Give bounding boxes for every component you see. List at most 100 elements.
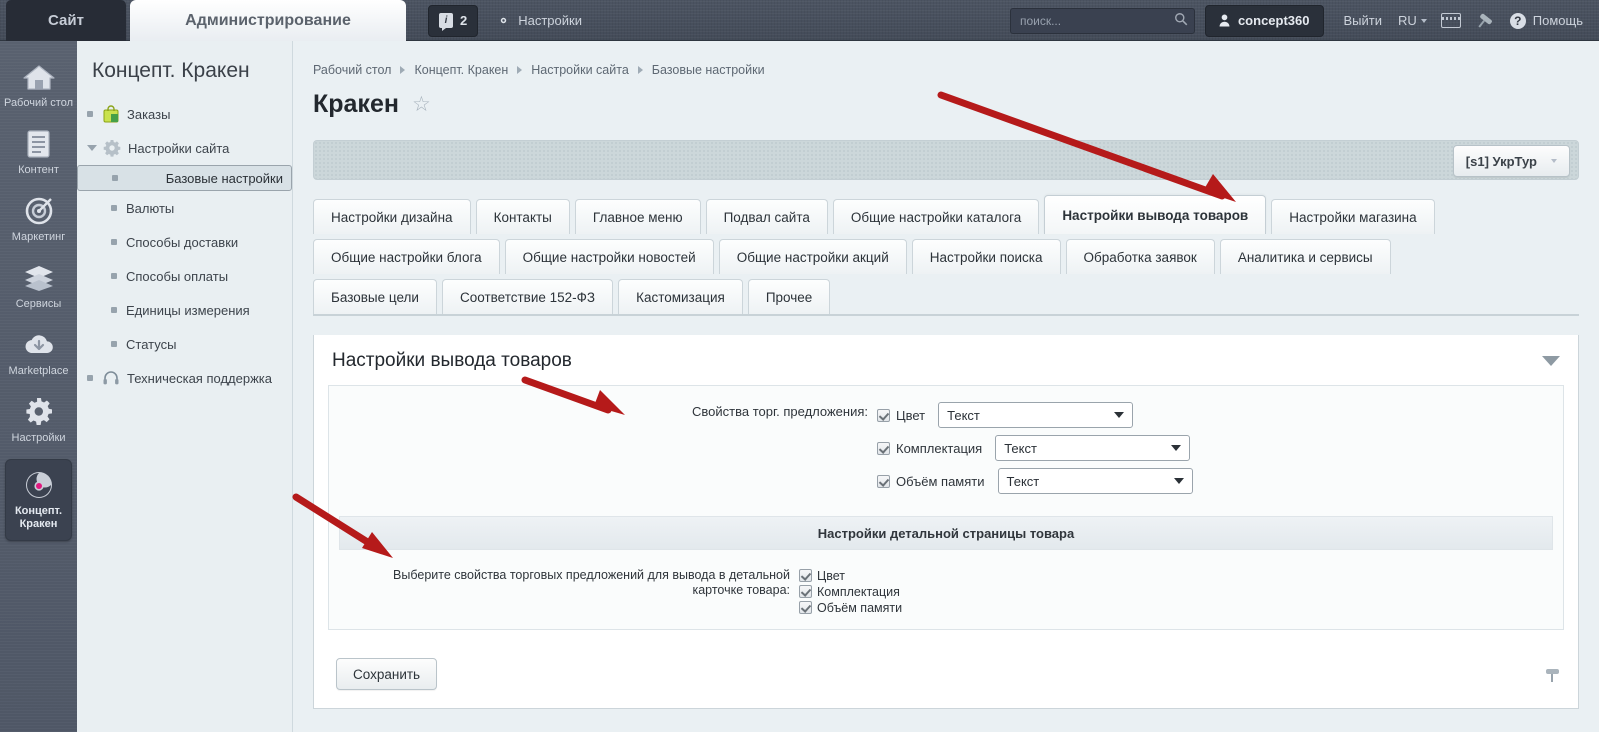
panel-header: Настройки вывода товаров	[314, 335, 1578, 385]
site-button[interactable]: Сайт	[6, 0, 126, 41]
notification-count: 2	[460, 13, 468, 28]
rail-label: Marketplace	[8, 365, 69, 377]
checkbox-label: Объём памяти	[896, 473, 985, 489]
tab-promos-general[interactable]: Общие настройки акций	[718, 239, 907, 274]
sidebar-item-payment[interactable]: Способы оплаты	[77, 259, 292, 293]
rail-item-kraken[interactable]: Концепт. Кракен	[5, 459, 72, 541]
tab-contacts[interactable]: Контакты	[475, 199, 570, 234]
sidebar-item-site-settings[interactable]: Настройки сайта	[77, 131, 292, 165]
pin-icon[interactable]	[1545, 666, 1560, 682]
left-icon-rail: Рабочий стол Контент Маркетинг Сервисы M…	[0, 41, 77, 732]
rail-label: Контент	[18, 164, 59, 176]
rail-label: Рабочий стол	[3, 97, 74, 109]
sidebar-item-units[interactable]: Единицы измерения	[77, 293, 292, 327]
rail-item-settings[interactable]: Настройки	[0, 388, 77, 455]
checkbox-detail-color[interactable]	[799, 569, 812, 582]
bullet-icon	[111, 341, 117, 347]
rail-item-marketplace[interactable]: Marketplace	[0, 321, 77, 388]
keyboard-icon[interactable]	[1440, 13, 1461, 28]
orders-bag-icon	[103, 105, 119, 123]
chevron-down-icon[interactable]	[1542, 356, 1560, 366]
breadcrumb-item[interactable]: Концепт. Кракен	[414, 63, 508, 77]
checkbox-label: Объём памяти	[817, 600, 903, 615]
sidebar-item-label: Способы оплаты	[126, 268, 229, 284]
select-memory-display-type[interactable]: Текст	[997, 468, 1193, 494]
chevron-down-icon	[1420, 18, 1427, 23]
left-menu-panel: Концепт. Кракен Заказы Настройки сайта Б…	[77, 41, 293, 732]
checkbox-kit[interactable]	[877, 441, 890, 455]
detail-properties-controls: Цвет Комплектация Объём памяти	[799, 568, 902, 615]
select-kit-display-type[interactable]: Текст	[995, 435, 1191, 461]
tab-shop-settings[interactable]: Настройки магазина	[1271, 199, 1435, 234]
tab-design-settings[interactable]: Настройки дизайна	[313, 199, 471, 234]
tab-search-settings[interactable]: Настройки поиска	[911, 239, 1061, 274]
select-color-display-type[interactable]: Текст	[938, 402, 1134, 428]
rail-item-services[interactable]: Сервисы	[0, 254, 77, 321]
search-box[interactable]	[1009, 7, 1195, 34]
gear-icon	[25, 398, 52, 425]
breadcrumb-separator-icon	[400, 66, 406, 74]
star-icon[interactable]: ☆	[412, 92, 431, 117]
tab-requests-processing[interactable]: Обработка заявок	[1065, 239, 1215, 274]
sidebar-item-label: Способы доставки	[126, 234, 239, 250]
admin-tab-button[interactable]: Администрирование	[130, 0, 406, 41]
checkbox-memory[interactable]	[877, 474, 890, 488]
tab-base-goals[interactable]: Базовые цели	[313, 279, 437, 314]
chevron-down-icon	[1173, 478, 1184, 484]
notification-counter-button[interactable]: i 2	[428, 4, 479, 37]
rail-label: Маркетинг	[11, 231, 66, 243]
tab-catalog-general[interactable]: Общие настройки каталога	[832, 199, 1040, 234]
sidebar-item-orders[interactable]: Заказы	[77, 97, 292, 131]
rail-item-desktop[interactable]: Рабочий стол	[0, 53, 77, 120]
tab-customization[interactable]: Кастомизация	[618, 279, 743, 314]
sidebar-item-currencies[interactable]: Валюты	[77, 191, 292, 225]
tab-blog-general[interactable]: Общие настройки блога	[313, 239, 500, 274]
offer-properties-controls: Цвет Текст Комплектация Текст Объём памя…	[877, 402, 1193, 494]
tab-main-menu[interactable]: Главное меню	[574, 199, 701, 234]
save-button[interactable]: Сохранить	[336, 658, 438, 690]
bullet-icon	[111, 273, 117, 279]
tab-152fz-compliance[interactable]: Соответствие 152-ФЗ	[441, 279, 614, 314]
pin-icon[interactable]	[1473, 10, 1495, 32]
tab-other[interactable]: Прочее	[747, 279, 831, 314]
sidebar-item-label: Статусы	[126, 336, 177, 352]
tab-analytics-services[interactable]: Аналитика и сервисы	[1219, 239, 1391, 274]
user-menu-button[interactable]: concept360	[1204, 4, 1324, 37]
chevron-down-icon	[1171, 445, 1182, 451]
breadcrumb-item[interactable]: Базовые настройки	[652, 63, 765, 77]
tab-site-footer[interactable]: Подвал сайта	[705, 199, 828, 234]
detail-label-line-2: карточке товара:	[692, 583, 790, 597]
breadcrumb-item[interactable]: Настройки сайта	[531, 63, 629, 77]
tab-product-output-settings[interactable]: Настройки вывода товаров	[1044, 195, 1267, 234]
search-icon[interactable]	[1174, 12, 1188, 26]
sidebar-item-label: Техническая поддержка	[127, 370, 272, 386]
select-value: Текст	[1006, 473, 1040, 489]
rail-item-content[interactable]: Контент	[0, 120, 77, 187]
checkbox-color[interactable]	[877, 408, 890, 422]
site-selector-button[interactable]: [s1] УкрТур	[1452, 145, 1570, 177]
checkbox-detail-memory[interactable]	[799, 601, 812, 614]
top-settings-link[interactable]: Настройки	[496, 13, 582, 28]
checkbox-detail-kit[interactable]	[799, 585, 812, 598]
tab-news-general[interactable]: Общие настройки новостей	[504, 239, 714, 274]
checkbox-label: Комплектация	[817, 584, 900, 599]
logout-link[interactable]: Выйти	[1344, 13, 1383, 28]
page-title: Кракен	[313, 90, 399, 118]
breadcrumb: Рабочий стол Концепт. Кракен Настройки с…	[293, 41, 1599, 77]
detail-properties-row: Выберите свойства торговых предложений д…	[329, 568, 1563, 615]
left-menu-title: Концепт. Кракен	[92, 59, 250, 82]
sidebar-item-support[interactable]: Техническая поддержка	[77, 361, 292, 395]
rail-item-marketing[interactable]: Маркетинг	[0, 187, 77, 254]
settings-panel: Настройки вывода товаров Свойства торг. …	[313, 335, 1579, 709]
sidebar-item-base-settings[interactable]: Базовые настройки	[77, 165, 292, 191]
tabs-area: Настройки дизайна Контакты Главное меню …	[293, 195, 1599, 335]
breadcrumb-item[interactable]: Рабочий стол	[313, 63, 391, 77]
bullet-icon	[87, 375, 93, 381]
headset-icon	[103, 371, 119, 385]
sidebar-item-delivery[interactable]: Способы доставки	[77, 225, 292, 259]
sidebar-item-statuses[interactable]: Статусы	[77, 327, 292, 361]
search-input[interactable]	[1009, 7, 1195, 34]
help-label: Помощь	[1532, 13, 1583, 28]
help-link[interactable]: ? Помощь	[1509, 12, 1583, 29]
language-switch[interactable]: RU	[1398, 13, 1427, 28]
